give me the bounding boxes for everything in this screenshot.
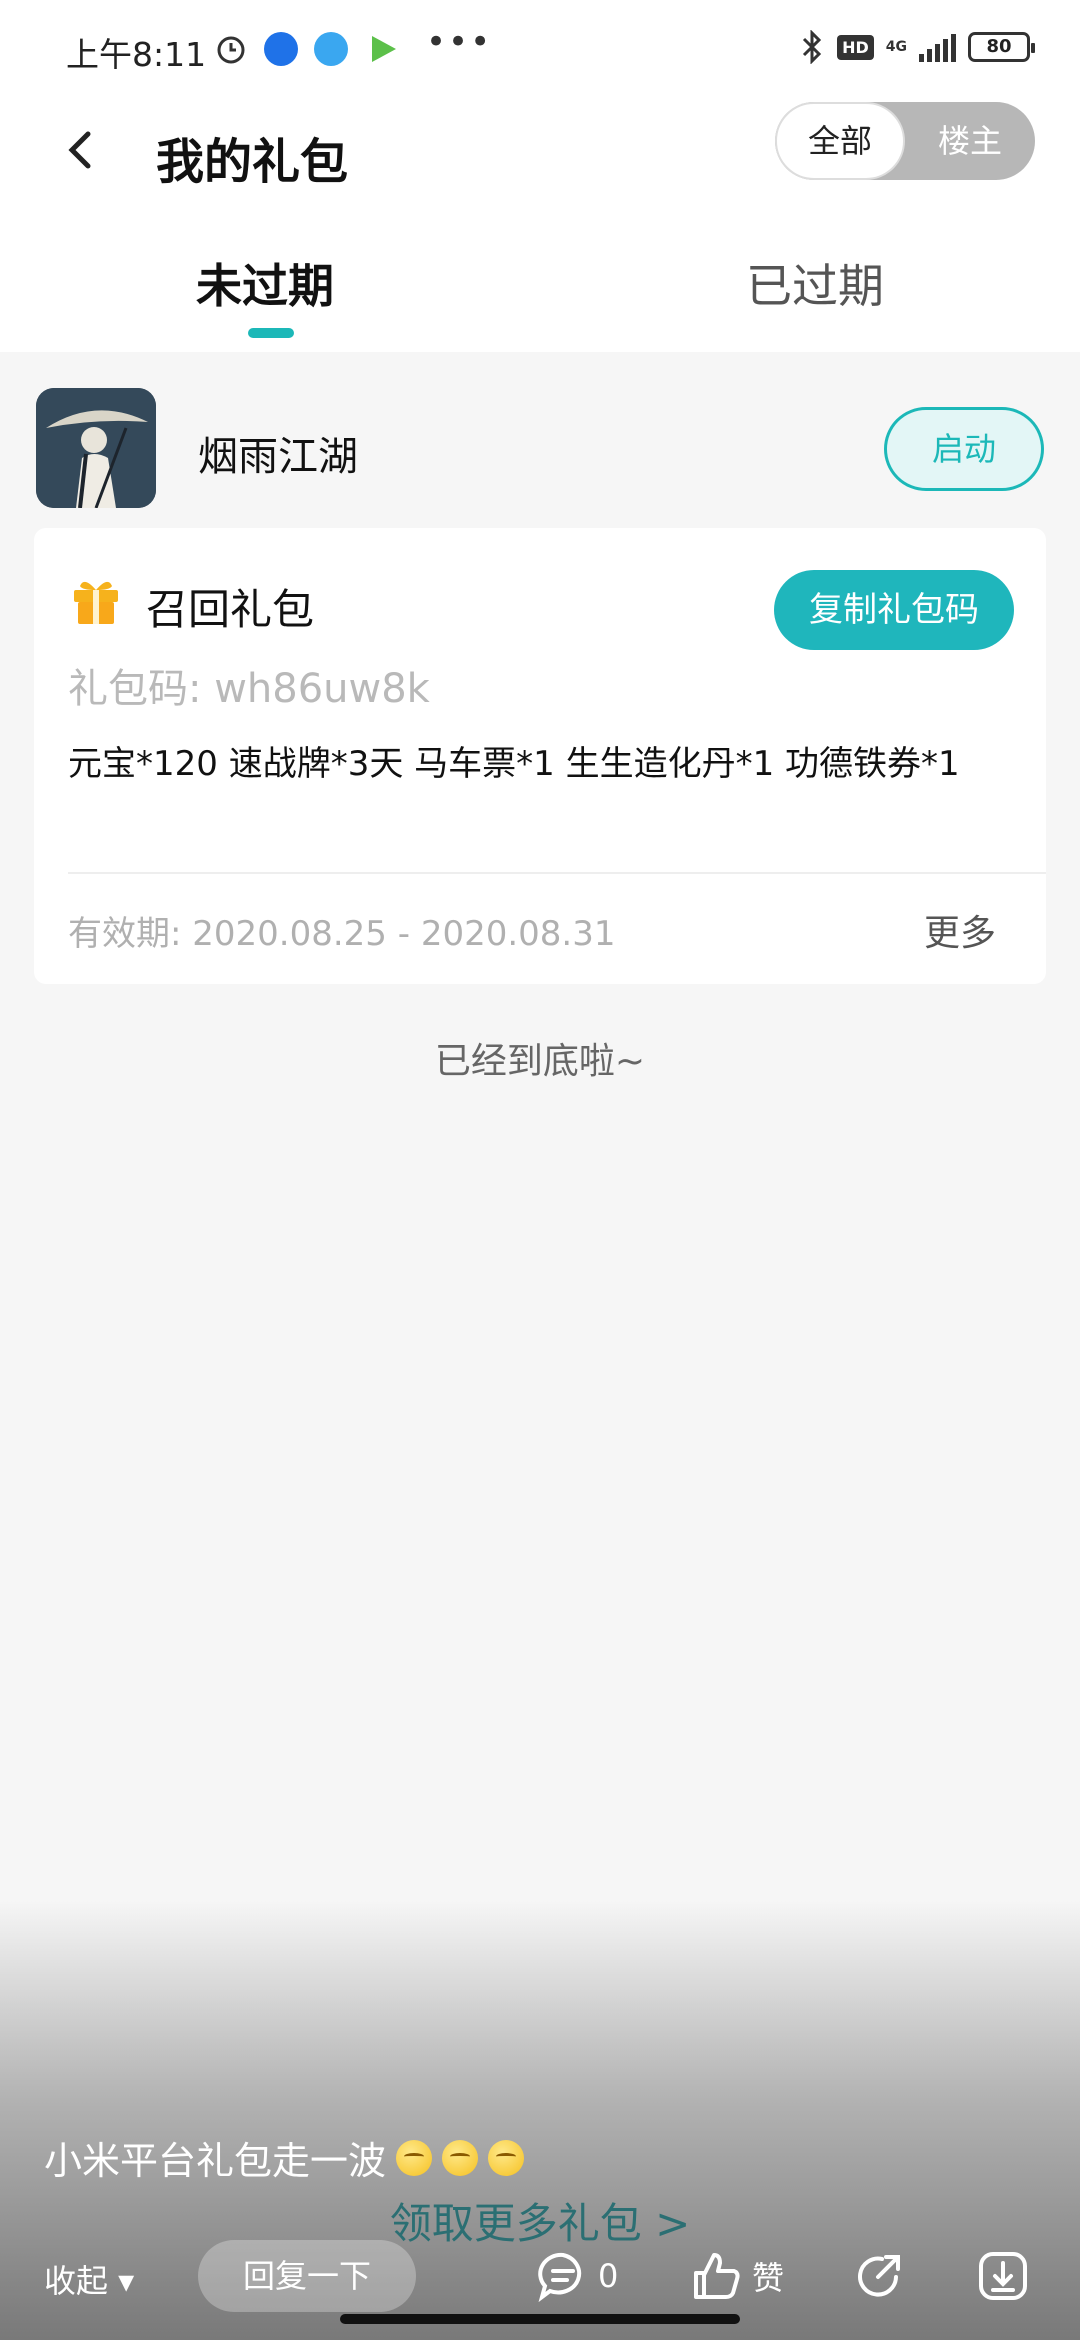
- game-name: 烟雨江湖: [198, 434, 358, 480]
- app-browser-icon: [314, 32, 348, 66]
- divider: [68, 872, 1046, 874]
- status-right: HD 4G 80: [799, 30, 1035, 64]
- post-caption: 小米平台礼包走一波: [44, 2130, 525, 2185]
- page-title: 我的礼包: [156, 134, 349, 190]
- filter-toggle[interactable]: 全部 楼主: [775, 102, 1035, 180]
- copy-code-button[interactable]: 复制礼包码: [774, 570, 1014, 650]
- game-icon[interactable]: [36, 388, 156, 508]
- toggle-owner-button[interactable]: 楼主: [905, 102, 1035, 180]
- comment-button[interactable]: 0: [536, 2246, 618, 2306]
- gift-card: 召回礼包 复制礼包码 礼包码: wh86uw8k 元宝*120 速战牌*3天 马…: [34, 528, 1046, 984]
- share-icon: [858, 2255, 900, 2297]
- collapse-button[interactable]: 收起 ▾: [44, 2256, 134, 2302]
- tab-indicator: [248, 328, 294, 338]
- more-link[interactable]: 更多: [924, 904, 996, 956]
- home-indicator[interactable]: [340, 2314, 740, 2324]
- download-button[interactable]: [976, 2246, 1030, 2306]
- bluetooth-icon: [803, 30, 822, 64]
- more-gifts-link[interactable]: 领取更多礼包 >: [0, 2190, 1080, 2251]
- like-button[interactable]: 赞: [690, 2246, 784, 2306]
- video-play-icon: [372, 36, 396, 62]
- swordsman-icon: [36, 388, 156, 508]
- comment-count: 0: [598, 2257, 619, 2295]
- end-of-list-text: 已经到底啦~: [434, 1041, 646, 1082]
- smile-emoji-icon: [396, 2139, 433, 2176]
- more-notifications-icon: •••: [426, 22, 493, 62]
- reply-input[interactable]: 回复一下: [198, 2240, 416, 2312]
- status-time: 上午8:11: [66, 35, 207, 74]
- share-button[interactable]: [852, 2246, 906, 2306]
- back-arrow-icon[interactable]: [60, 120, 104, 180]
- smile-emoji-icon: [488, 2139, 525, 2176]
- toggle-all-button[interactable]: 全部: [775, 102, 905, 180]
- battery-icon: 80: [968, 32, 1035, 62]
- tab-expired[interactable]: 已过期: [746, 250, 884, 316]
- comment-icon: [538, 2252, 582, 2303]
- smile-emoji-icon: [442, 2139, 479, 2176]
- tab-unexpired[interactable]: 未过期: [196, 250, 334, 316]
- alarm-icon: [217, 36, 245, 64]
- status-bar: 上午8:11 ••• HD 4G 80: [0, 0, 1080, 100]
- launch-button[interactable]: 启动: [884, 407, 1044, 491]
- thumbs-up-icon: [694, 2253, 740, 2299]
- gift-contents: 元宝*120 速战牌*3天 马车票*1 生生造化丹*1 功德铁券*1: [68, 744, 960, 784]
- gift-box-icon: [74, 581, 118, 624]
- gift-validity: 有效期: 2020.08.25 - 2020.08.31: [68, 914, 616, 954]
- gift-code: 礼包码: wh86uw8k: [68, 666, 430, 712]
- gift-title: 召回礼包: [146, 585, 315, 634]
- network-type: 4G: [885, 39, 907, 55]
- hd-icon: HD: [837, 34, 874, 60]
- signal-icon: [919, 32, 956, 62]
- post-caption-text: 小米平台礼包走一波: [44, 2139, 387, 2183]
- download-icon: [979, 2252, 1027, 2300]
- like-label: 赞: [752, 2259, 785, 2297]
- app-k-icon: [264, 32, 298, 66]
